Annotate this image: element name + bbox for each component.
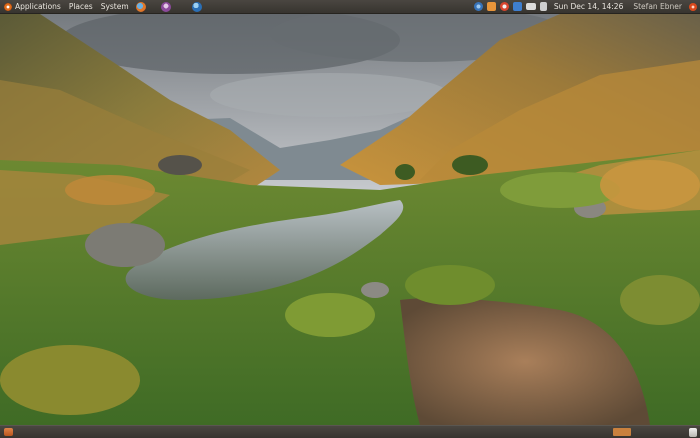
places-menu-label: Places [68,2,93,11]
bluetooth-icon[interactable] [512,2,522,11]
top-panel: Applications Places System Sun Dec 14, 1… [0,0,700,14]
places-menu[interactable]: Places [65,0,97,13]
system-menu[interactable]: System [97,0,133,13]
network-icon[interactable] [473,2,483,11]
user-menu[interactable]: Stefan Ebner [628,2,687,11]
settings-icon[interactable] [486,2,496,11]
bottom-tray [611,426,700,438]
web-browser-icon[interactable] [191,1,202,12]
system-tray: Sun Dec 14, 14:26 Stefan Ebner [472,0,700,13]
trash-icon[interactable] [689,427,697,437]
clock[interactable]: Sun Dec 14, 14:26 [549,2,628,11]
power-icon[interactable] [689,2,697,11]
workspace-switcher-icon[interactable] [613,428,631,436]
applications-menu[interactable]: Applications [0,0,65,13]
applications-menu-label: Applications [15,2,61,11]
update-icon[interactable] [499,2,509,11]
main-menu: Applications Places System [0,0,205,13]
bottom-panel [0,425,700,438]
messenger-icon[interactable] [160,1,171,12]
ubuntu-logo-icon [4,2,12,11]
desktop-wallpaper [0,0,700,438]
wallpaper-landscape [0,0,700,438]
mail-icon[interactable] [525,3,536,10]
show-desktop-icon[interactable] [4,428,13,436]
system-menu-label: System [100,2,129,11]
firefox-icon[interactable] [135,1,146,12]
volume-icon[interactable] [539,2,547,11]
